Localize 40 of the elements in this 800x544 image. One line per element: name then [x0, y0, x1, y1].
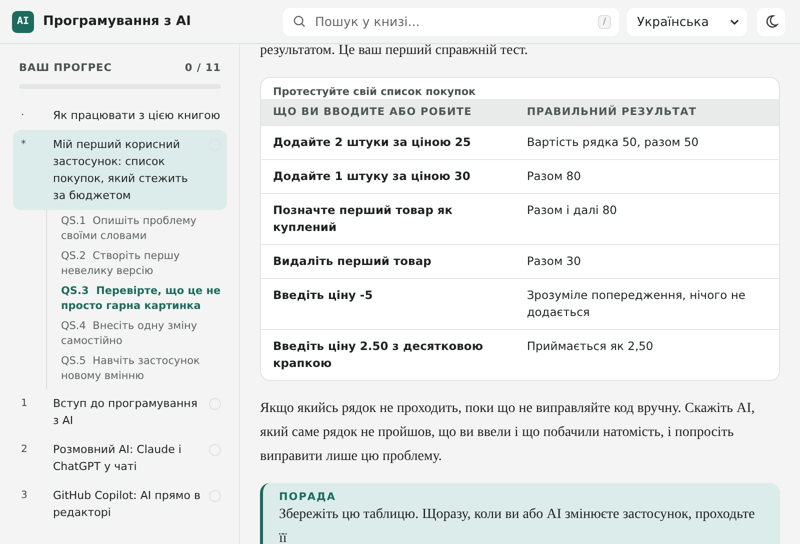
chapter-item[interactable]: 2 Розмовний AI: Claude і ChatGPT у чаті [13, 435, 227, 481]
table-cell: Зрозуміле попередження, нічого не додається [514, 278, 779, 330]
table-cell: Разом і далі 80 [514, 194, 779, 244]
section-link[interactable]: QS.2 Створіть першу невелику версію [61, 247, 227, 282]
app-title: Програмування з AI [43, 14, 191, 29]
table-cell: Вартість рядка 50, разом 50 [514, 126, 779, 160]
section-link[interactable]: QS.3 Перевірте, що це не просто гарна картинка [61, 282, 227, 317]
table-cell: Позначте перший товар як куплений [261, 194, 515, 244]
paragraph: результатом. Це ваш перший справжній тест. [260, 42, 529, 60]
column-header: ПРАВИЛЬНИЙ РЕЗУЛЬТАТ [514, 99, 779, 126]
language-select[interactable]: Українська [627, 8, 747, 36]
search-icon [293, 15, 306, 28]
chapter-item[interactable]: * Мій перший корисний застосунок: список покупок, який стежить за бюджетом [13, 130, 227, 210]
column-header: ЩО ВИ ВВОДИТЕ АБО РОБИТЕ [261, 99, 515, 126]
table-cell: Додайте 2 штуки за ціною 25 [261, 126, 515, 160]
table-cell: Разом 30 [514, 244, 779, 278]
moon-icon [764, 14, 778, 29]
progress-count: 0 / 11 [184, 62, 221, 74]
table-cell: Введіть ціну -5 [261, 278, 515, 330]
theme-toggle-button[interactable] [757, 8, 785, 36]
tip-label: ПОРАДА [279, 491, 338, 503]
section-link[interactable]: QS.5 Навчіть застосунок новому вмінню [61, 352, 227, 387]
shortcut-key: / [598, 14, 611, 28]
table-cell: Приймається як 2,50 [514, 330, 779, 380]
table-caption: Протестуйте свій список покупок [272, 85, 477, 99]
chevron-icon [730, 18, 739, 24]
progress-label: ВАШ ПРОГРЕС [19, 62, 112, 74]
paragraph: Якщо якийсь рядок не проходить, поки що не виправляйте код вручну. Скажіть AI, який саме рядок не пройшов, що ви ввели і що побачили натомість, і попросіть виправити лише цю проблему. [260, 400, 756, 466]
table-cell: Додайте 1 штуку за ціною 30 [261, 160, 515, 194]
search-input[interactable]: Пошук у книзі... [313, 13, 591, 30]
section-link[interactable]: QS.1 Опишіть проблему своїми словами [61, 212, 227, 247]
table-cell: Введіть ціну 2.50 з десятковою крапкою [261, 330, 515, 380]
chapter-item[interactable]: · Як працювати з цією книгою [13, 101, 227, 130]
chapter-item[interactable]: 3 GitHub Copilot: AI прямо в редакторі [13, 481, 227, 527]
chapter-item[interactable]: 1 Вступ до програмування з AI [13, 389, 227, 435]
tip-text: Збережіть цю таблицю. Щоразу, коли ви або AI змінюєте застосунок, проходьте її [279, 506, 756, 544]
section-link[interactable]: QS.4 Внесіть одну зміну самостійно [61, 317, 227, 352]
table-cell: Видаліть перший товар [261, 244, 515, 278]
logo-badge: AI [12, 10, 34, 32]
table-cell: Разом 80 [514, 160, 779, 194]
